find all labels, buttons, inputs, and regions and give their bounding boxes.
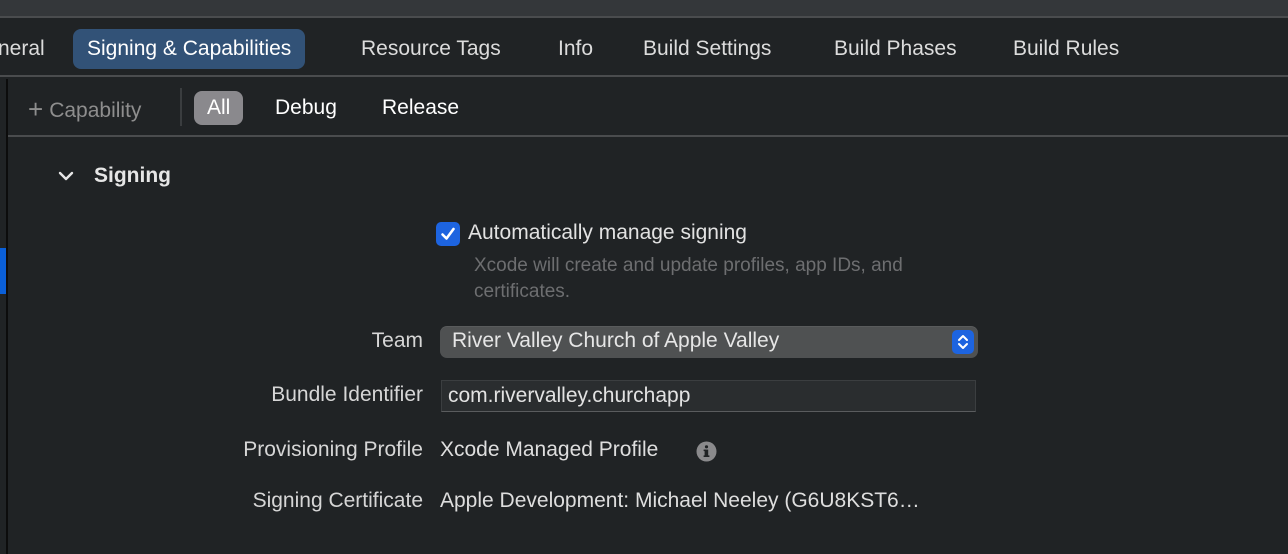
tab-resource-tags[interactable]: Resource Tags (347, 29, 515, 69)
filter-all[interactable]: All (194, 91, 244, 125)
editor-tab-bar: neral Signing & Capabilities Resource Ta… (0, 20, 1288, 77)
team-popup-button[interactable]: River Valley Church of Apple Valley (440, 326, 978, 358)
signing-section-header: Signing (56, 160, 171, 192)
team-label: Team (371, 329, 423, 352)
tab-build-rules[interactable]: Build Rules (999, 29, 1133, 69)
window-titlebar (0, 0, 1288, 18)
tab-build-settings[interactable]: Build Settings (629, 29, 785, 69)
provisioning-profile-value: Xcode Managed Profile (440, 438, 659, 461)
filter-release[interactable]: Release (369, 91, 472, 125)
checkmark-icon (441, 227, 455, 240)
add-capability-label: Capability (49, 99, 142, 122)
bundle-identifier-field[interactable] (441, 380, 976, 412)
section-title: Signing (94, 164, 171, 187)
up-down-arrows-icon (952, 330, 974, 354)
tab-signing-capabilities[interactable]: Signing & Capabilities (73, 29, 306, 69)
filter-debug[interactable]: Debug (262, 91, 350, 125)
provisioning-profile-label: Provisioning Profile (243, 438, 423, 461)
tab-info[interactable]: Info (544, 29, 607, 69)
auto-manage-signing-checkbox[interactable] (436, 222, 460, 246)
chevron-down-icon[interactable] (56, 166, 76, 186)
tab-general[interactable]: neral (0, 29, 59, 69)
capabilities-toolbar: + Capability All Debug Release (8, 79, 1288, 137)
tab-build-phases[interactable]: Build Phases (820, 29, 971, 69)
info-icon[interactable] (696, 441, 717, 462)
bundle-identifier-label: Bundle Identifier (271, 383, 423, 406)
team-value: River Valley Church of Apple Valley (452, 329, 780, 352)
plus-icon: + (28, 94, 44, 124)
sidebar-divider[interactable] (6, 79, 8, 554)
add-capability-button[interactable]: + Capability (28, 93, 142, 124)
auto-manage-help-text: Xcode will create and update profiles, a… (474, 255, 903, 302)
signing-certificate-value: Apple Development: Michael Neeley (G6U8K… (440, 489, 920, 512)
signing-certificate-label: Signing Certificate (252, 489, 423, 512)
auto-manage-signing-label[interactable]: Automatically manage signing (468, 221, 747, 245)
toolbar-separator (180, 88, 182, 126)
sidebar-selection-indicator (0, 248, 6, 294)
